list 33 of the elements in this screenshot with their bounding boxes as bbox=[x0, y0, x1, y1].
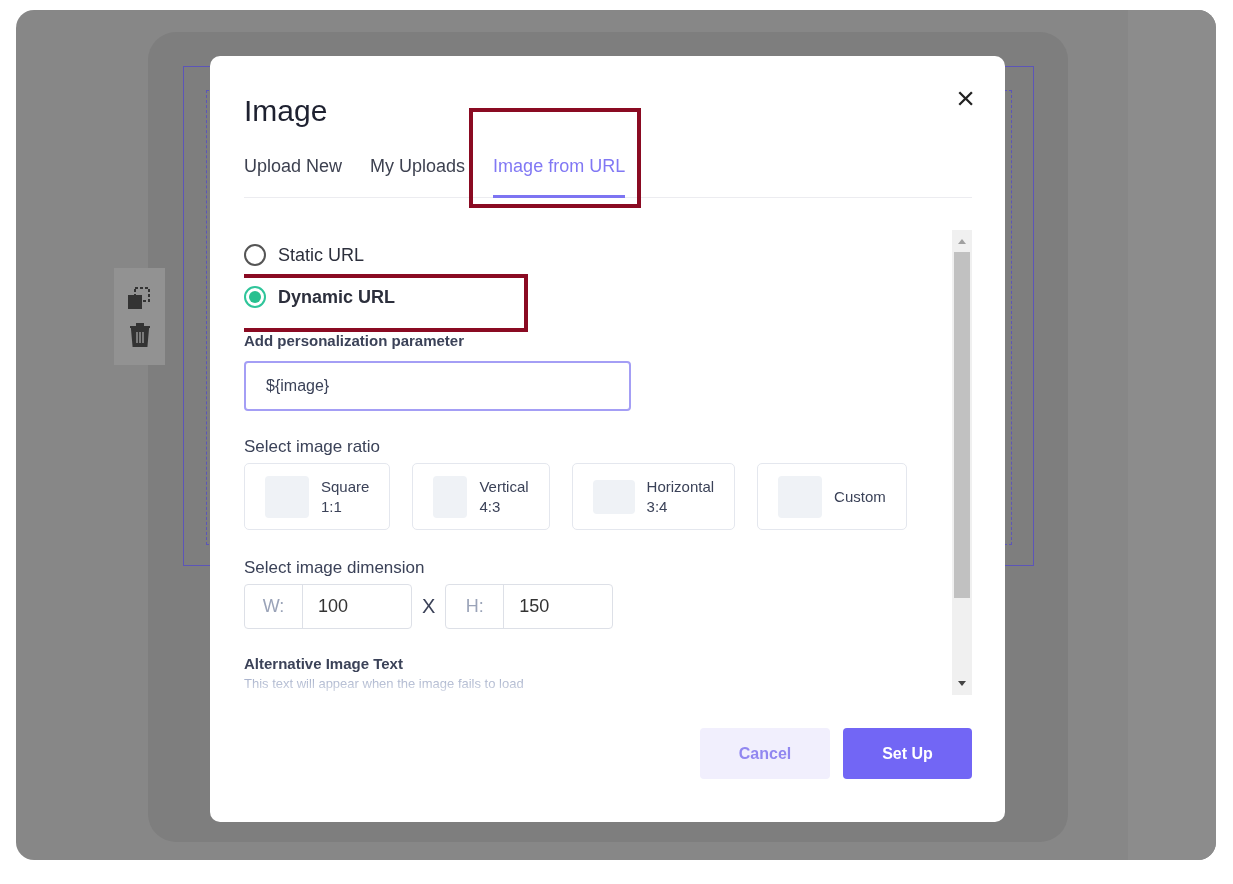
radio-icon[interactable] bbox=[244, 286, 266, 308]
dialog-tab[interactable]: Upload New bbox=[244, 148, 343, 198]
ratio-label: Custom bbox=[834, 486, 886, 507]
field-label: Alternative Image Text bbox=[244, 655, 404, 672]
section-label: Select image dimension bbox=[244, 558, 426, 578]
ratio-option[interactable]: Square 1:1 bbox=[244, 463, 391, 530]
ratio-label: Vertical 4:3 bbox=[479, 477, 529, 516]
radio-option[interactable]: Static URL bbox=[244, 234, 365, 276]
ratio-option[interactable]: Vertical 4:3 bbox=[412, 463, 550, 530]
ratio-label: Horizontal 3:4 bbox=[646, 477, 715, 516]
width-input[interactable]: 100 bbox=[303, 585, 411, 628]
field-prefix: H: bbox=[446, 585, 505, 628]
hint-text: This text will appear when the image fails to load bbox=[244, 676, 525, 691]
width-field[interactable]: W: 100 bbox=[244, 584, 412, 629]
times-sign: X bbox=[422, 595, 436, 618]
field-label: Add personalization parameter bbox=[244, 332, 466, 349]
ratio-option[interactable]: Custom bbox=[757, 463, 907, 530]
ratio-label: Square 1:1 bbox=[321, 477, 370, 516]
set-up-button[interactable]: Set Up bbox=[843, 728, 972, 779]
trash-icon[interactable] bbox=[128, 322, 151, 347]
height-field[interactable]: H: 150 bbox=[445, 584, 614, 629]
close-button[interactable]: × bbox=[952, 80, 979, 116]
duplicate-icon[interactable] bbox=[127, 286, 152, 309]
radio-icon[interactable] bbox=[244, 244, 266, 266]
field-prefix: W: bbox=[245, 585, 303, 628]
section-label: Select image ratio bbox=[244, 437, 382, 457]
ratio-option[interactable]: Horizontal 3:4 bbox=[571, 463, 736, 530]
dialog-title: Image bbox=[244, 94, 328, 128]
height-input[interactable]: 150 bbox=[504, 585, 613, 628]
dialog-tab[interactable]: My Uploads bbox=[370, 148, 466, 198]
dialog-tab[interactable]: Image from URL bbox=[493, 148, 626, 198]
scrollbar[interactable] bbox=[952, 230, 972, 695]
personalization-input[interactable]: ${image} bbox=[244, 361, 631, 411]
